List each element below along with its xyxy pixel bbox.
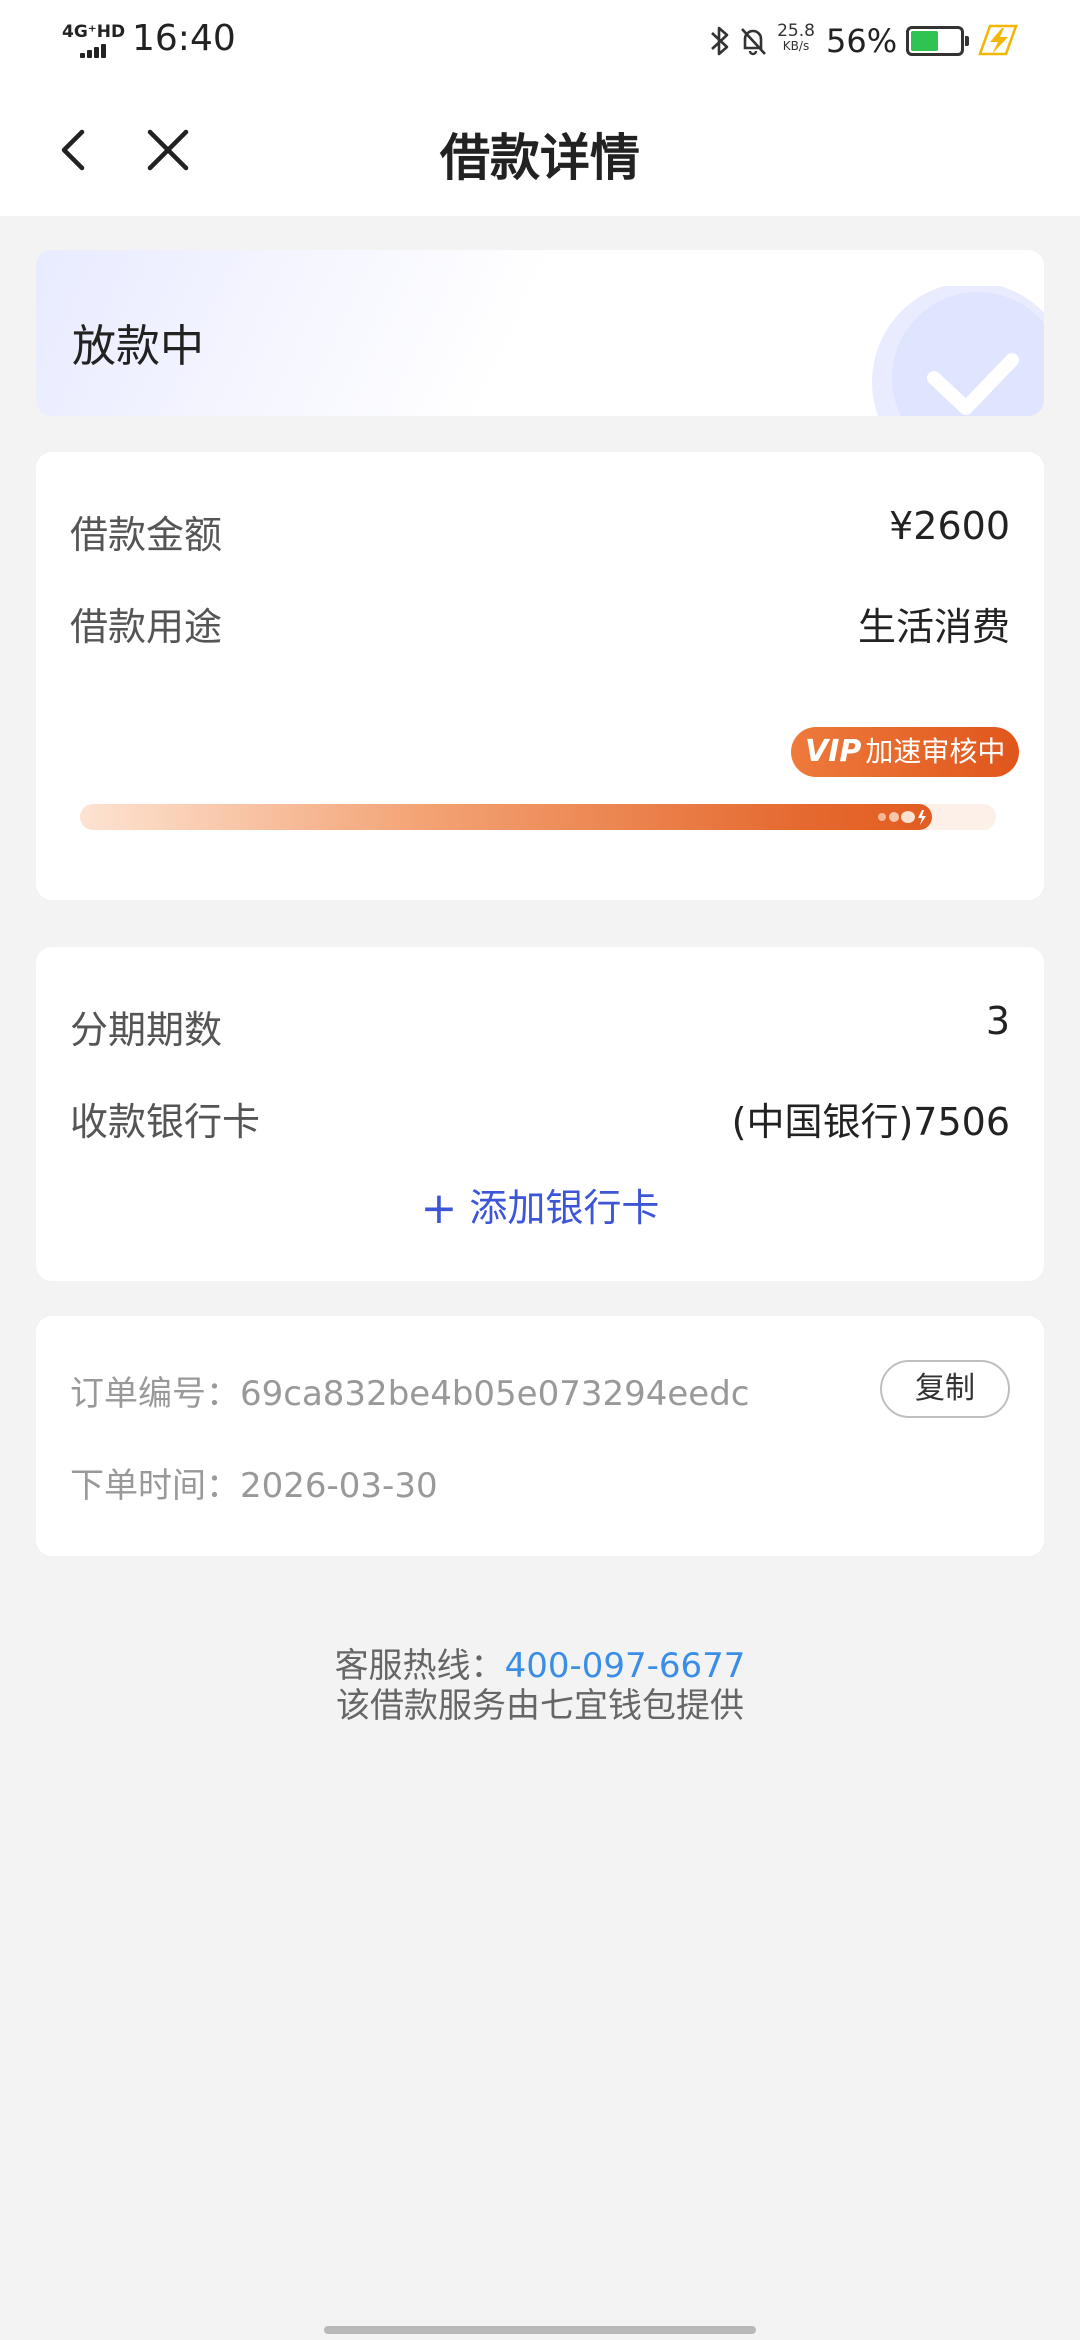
vip-label: VIP: [805, 734, 862, 769]
network-speed: 25.8 KB/s: [776, 21, 816, 54]
copy-order-id-button[interactable]: 复制: [880, 1360, 1010, 1418]
order-time-value: 2026-03-30: [240, 1466, 438, 1506]
battery-icon: [906, 26, 969, 56]
review-progress-fill: [80, 804, 932, 830]
hotline-number-link[interactable]: 400-097-6677: [505, 1646, 746, 1686]
loan-amount-value: ¥2600: [889, 504, 1010, 548]
status-bar: 4G⁺HD 16:40 25.8 KB/s 56%: [0, 0, 1080, 84]
installments-value: 3: [985, 999, 1010, 1043]
bank-card-value: (中国银行)7506: [731, 1100, 1010, 1144]
loan-purpose-value: 生活消费: [857, 605, 1010, 649]
vip-review-badge: VIP 加速审核中: [791, 727, 1020, 777]
checkmark-badge-icon: [872, 286, 1044, 416]
add-bank-card-button[interactable]: + 添加银行卡: [36, 1177, 1044, 1234]
loan-status-card: 放款中: [36, 250, 1044, 416]
loan-purpose-label: 借款用途: [70, 605, 223, 649]
review-status-label: 加速审核中: [865, 735, 1006, 768]
bank-info-card: 分期期数 3 收款银行卡 (中国银行)7506 + 添加银行卡: [36, 947, 1044, 1281]
installments-label: 分期期数: [70, 1008, 223, 1052]
loan-amount-card: 借款金额 ¥2600 借款用途 生活消费 VIP 加速审核中: [36, 452, 1044, 900]
provider-text: 该借款服务由七宜钱包提供: [336, 1686, 744, 1726]
order-id-label: 订单编号：: [70, 1374, 240, 1414]
bell-muted-icon: [741, 28, 766, 56]
battery-level-fill: [911, 31, 938, 51]
loan-amount-label: 借款金额: [70, 513, 223, 557]
loan-status-text: 放款中: [72, 321, 204, 372]
loan-purpose-row: 借款用途 生活消费: [70, 596, 1010, 656]
order-info-card: 订单编号：69ca832be4b05e073294eedc 复制 下单时间：20…: [36, 1316, 1044, 1556]
order-time-label: 下单时间：: [70, 1466, 240, 1506]
plus-icon: +: [420, 1183, 458, 1234]
order-time-row: 下单时间：2026-03-30: [70, 1458, 438, 1507]
order-id-value: 69ca832be4b05e073294eedc: [240, 1374, 750, 1414]
order-id-row: 订单编号：69ca832be4b05e073294eedc: [70, 1366, 750, 1415]
installments-row: 分期期数 3: [70, 999, 1010, 1059]
add-bank-card-label: 添加银行卡: [469, 1186, 660, 1230]
nav-bar: 借款详情: [0, 84, 1080, 216]
bank-card-label: 收款银行卡: [70, 1100, 261, 1144]
cellular-signal-icon: 4G⁺HD: [62, 22, 125, 58]
hotline-label: 客服热线：: [334, 1646, 505, 1686]
review-progress-track: [80, 804, 996, 830]
network-type: 4G⁺HD: [62, 22, 126, 42]
charging-icon: [978, 24, 1018, 56]
network-speed-value: 25.8: [777, 21, 815, 41]
hotline-line: 客服热线：400-097-6677: [0, 1646, 1080, 1686]
status-time: 16:40: [132, 18, 236, 59]
network-speed-unit: KB/s: [782, 39, 810, 53]
bank-card-row[interactable]: 收款银行卡 (中国银行)7506: [70, 1091, 1010, 1151]
home-indicator[interactable]: [324, 2326, 756, 2334]
loan-amount-row: 借款金额 ¥2600: [70, 504, 1010, 564]
battery-percentage: 56%: [826, 22, 898, 60]
footer-info: 客服热线：400-097-6677 该借款服务由七宜钱包提供: [0, 1646, 1080, 1726]
bluetooth-icon: [711, 26, 729, 56]
page-title: 借款详情: [440, 129, 640, 187]
rocket-icon: [877, 804, 930, 830]
